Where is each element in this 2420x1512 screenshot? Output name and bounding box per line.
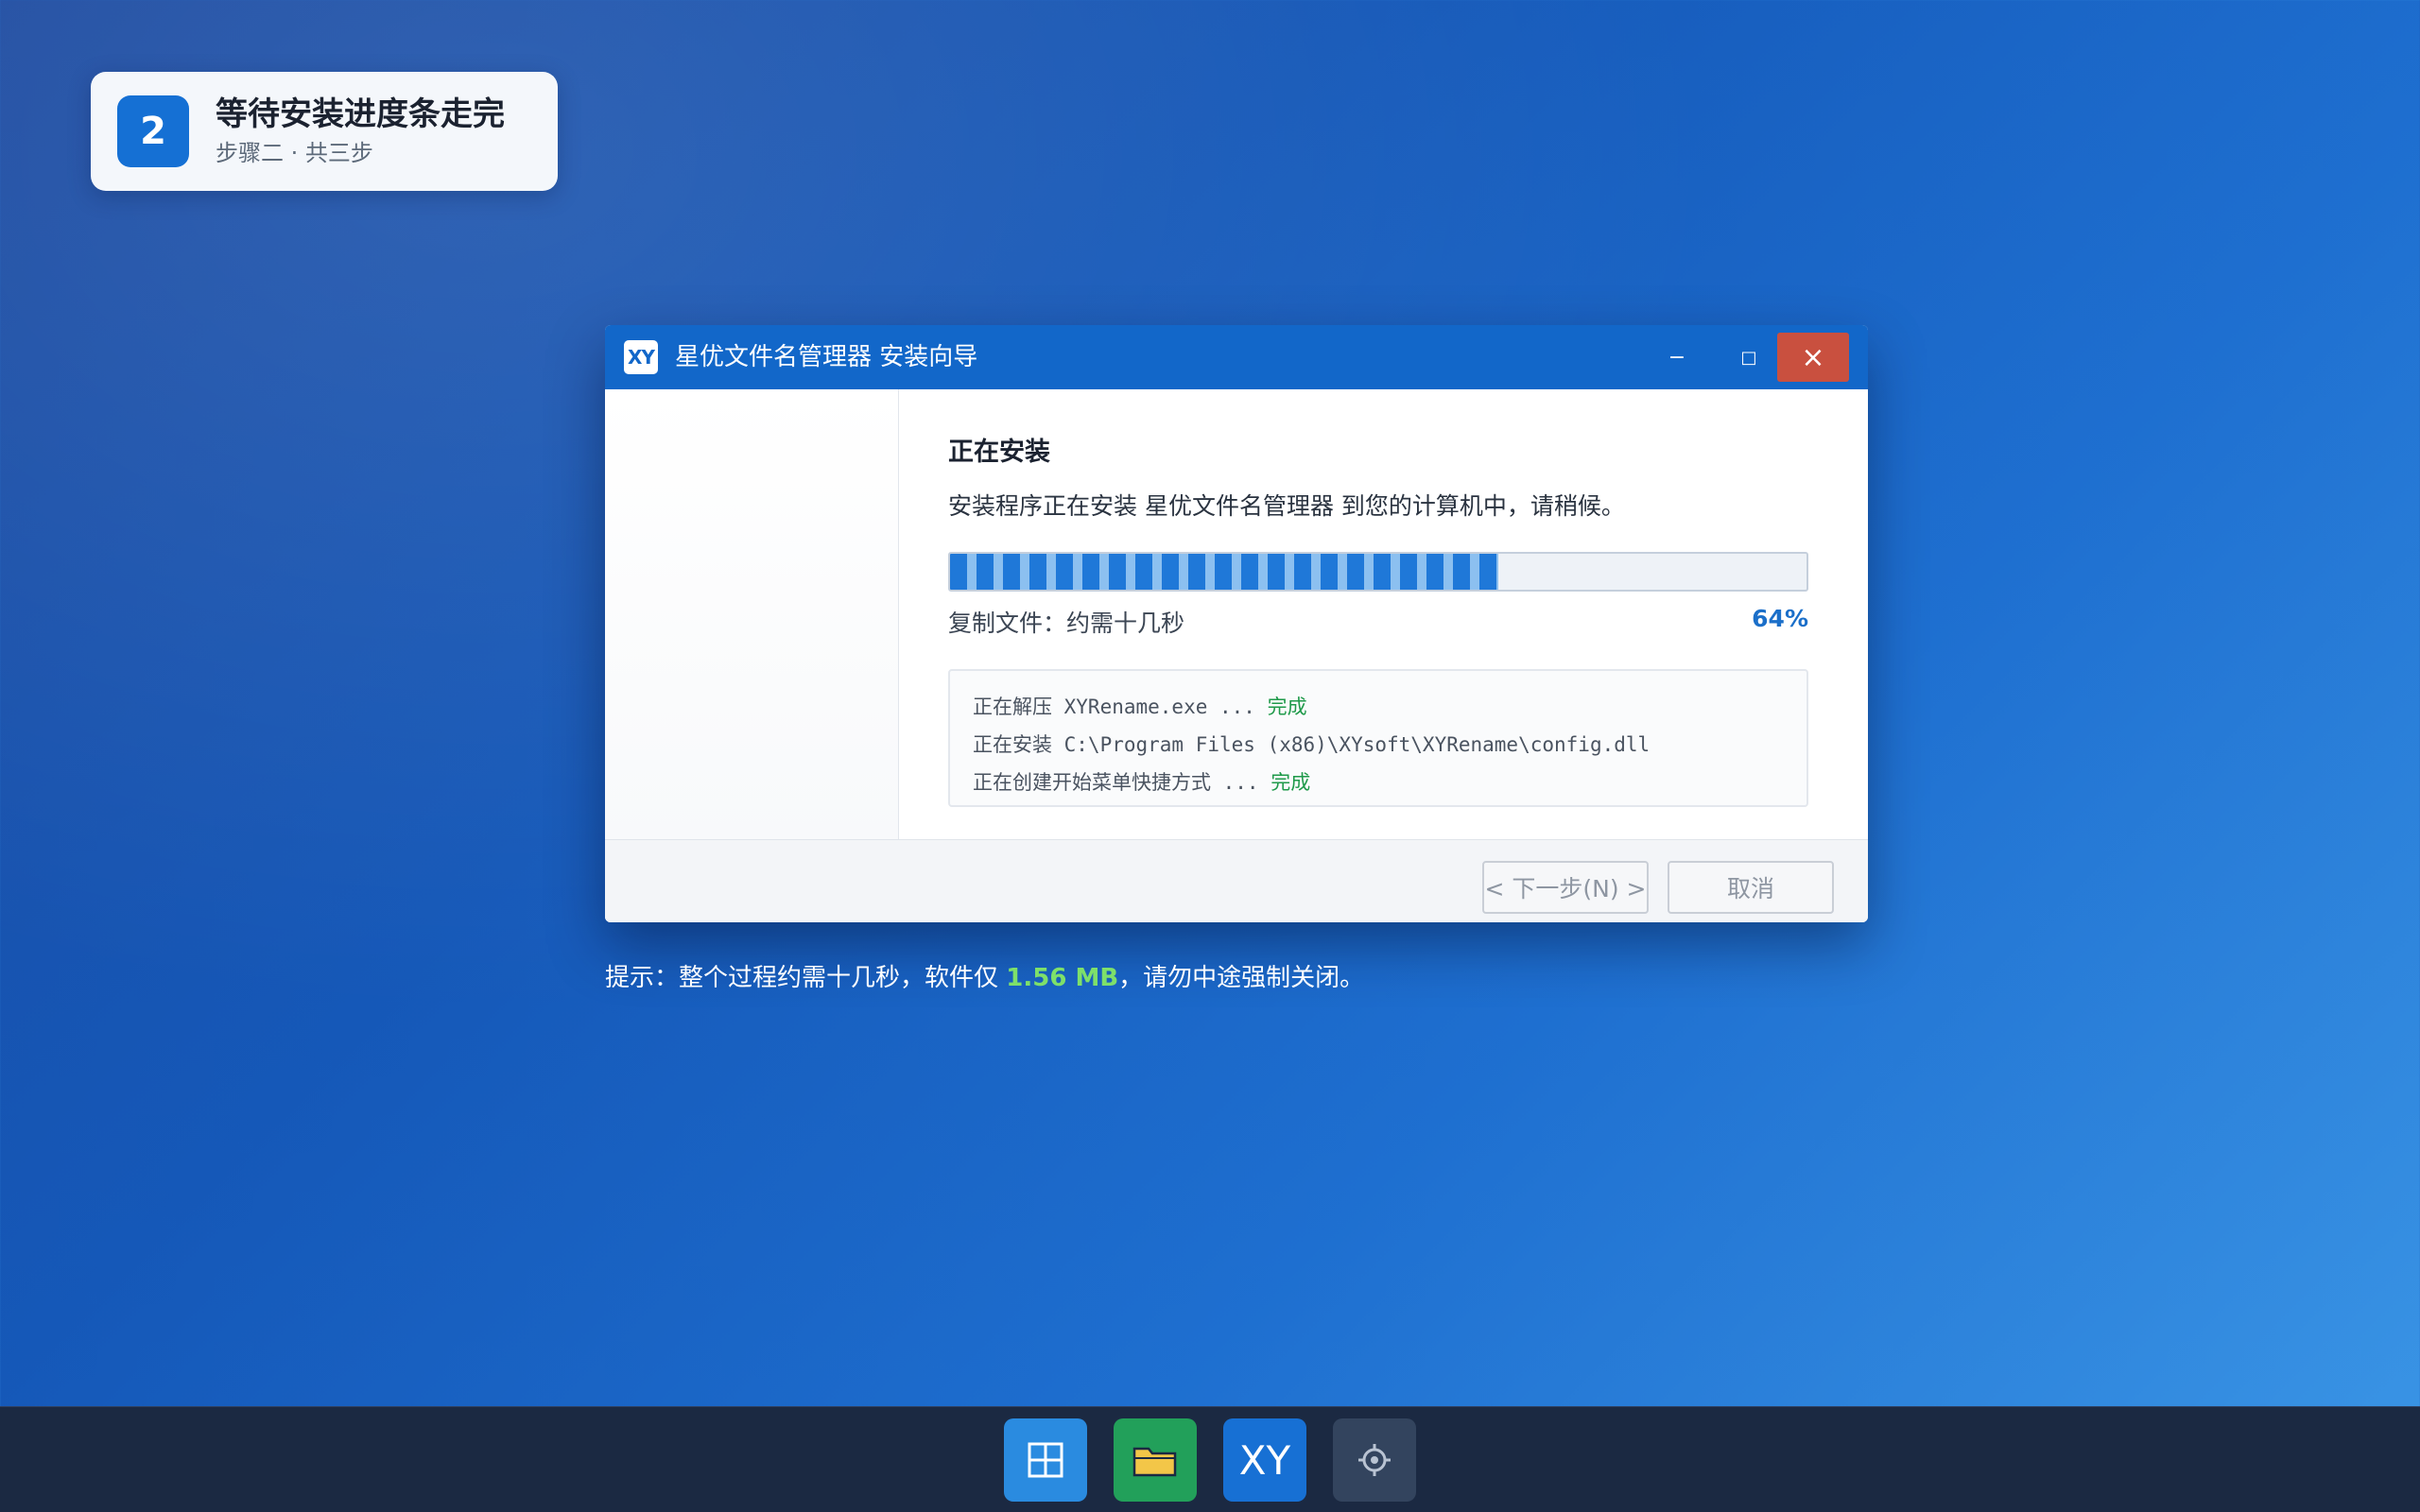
folder-icon bbox=[1132, 1447, 1177, 1477]
cancel-button[interactable]: 取消 bbox=[1668, 861, 1834, 914]
install-progress-bar bbox=[948, 552, 1808, 592]
hint-size: 1.56 MB bbox=[1006, 964, 1119, 992]
xy-app-button[interactable]: XY bbox=[1223, 1418, 1306, 1502]
file-explorer-button[interactable] bbox=[1114, 1418, 1197, 1502]
log-line: 正在安装 C:\Program Files (x86)\XYsoft\XYRen… bbox=[973, 733, 1651, 756]
minimize-icon: − bbox=[1668, 345, 1686, 369]
app-logo-icon: XY bbox=[624, 340, 658, 374]
taskbar: XY bbox=[0, 1406, 2420, 1512]
maximize-icon: □ bbox=[1740, 347, 1757, 368]
next-button[interactable]: < 下一步(N) > bbox=[1482, 861, 1649, 914]
title-bar[interactable]: XY 星优文件名管理器 安装向导 − □ × bbox=[605, 325, 1868, 389]
settings-icon bbox=[1358, 1444, 1391, 1476]
log-status: 完成 bbox=[1267, 696, 1307, 718]
step-title: 等待安装进度条走完 bbox=[216, 95, 505, 133]
start-icon bbox=[1028, 1442, 1063, 1478]
close-button[interactable]: × bbox=[1777, 333, 1849, 382]
wizard-footer: < 下一步(N) > 取消 bbox=[605, 839, 1868, 922]
minimize-button[interactable]: − bbox=[1641, 333, 1713, 382]
log-line: 正在解压 XYRename.exe ... 完成 bbox=[973, 696, 1307, 718]
install-heading: 正在安装 bbox=[948, 438, 1050, 467]
hint-text: 提示：整个过程约需十几秒，软件仅 1.56 MB，请勿中途强制关闭。 bbox=[605, 964, 1365, 992]
progress-status-label: 复制文件：约需十几秒 bbox=[948, 610, 1185, 637]
log-status: 完成 bbox=[1270, 771, 1311, 794]
installer-window: XY 星优文件名管理器 安装向导 − □ × 正在安装 安装程序正在安装 星优文… bbox=[605, 325, 1868, 922]
maximize-button[interactable]: □ bbox=[1713, 333, 1785, 382]
step-subtitle: 步骤二 · 共三步 bbox=[216, 140, 373, 166]
install-description: 安装程序正在安装 星优文件名管理器 到您的计算机中，请稍候。 bbox=[948, 492, 1625, 520]
xy-app-icon: XY bbox=[1238, 1436, 1291, 1484]
install-log: 正在解压 XYRename.exe ... 完成 正在安装 C:\Program… bbox=[948, 669, 1808, 807]
window-title: 星优文件名管理器 安装向导 bbox=[675, 343, 978, 371]
settings-button[interactable] bbox=[1333, 1418, 1416, 1502]
close-icon: × bbox=[1801, 340, 1825, 374]
progress-percent: 64% bbox=[1752, 605, 1808, 632]
step-card: 2 等待安装进度条走完 步骤二 · 共三步 bbox=[91, 72, 558, 191]
progress-fill bbox=[950, 554, 1498, 590]
start-button[interactable] bbox=[1004, 1418, 1087, 1502]
step-number-badge: 2 bbox=[117, 95, 189, 167]
log-line: 正在创建开始菜单快捷方式 ... 完成 bbox=[973, 771, 1311, 794]
